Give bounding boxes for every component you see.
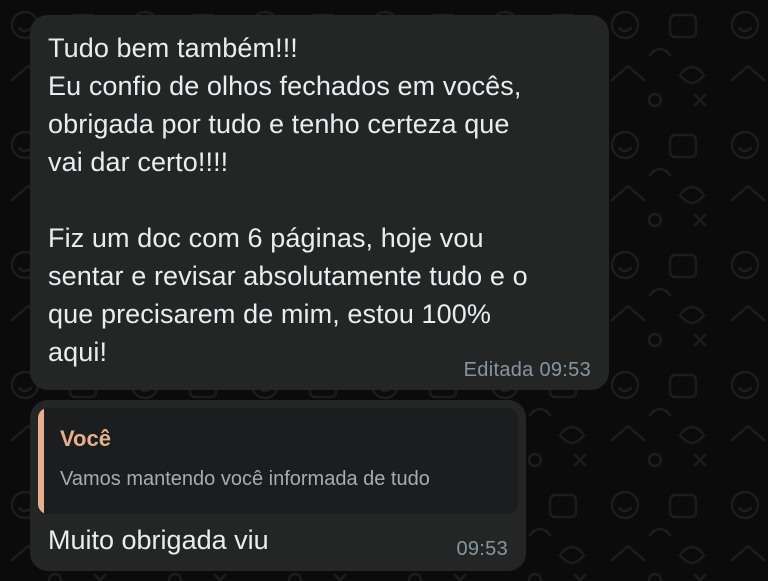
message-text: Tudo bem também!!! Eu confio de olhos fe…	[48, 33, 528, 367]
quote-accent-bar	[38, 408, 44, 514]
quoted-author: Você	[60, 426, 111, 451]
quoted-message[interactable]: Você Vamos mantendo você informada de tu…	[38, 408, 518, 514]
quoted-text: Vamos mantendo você informada de tudo	[60, 468, 430, 490]
incoming-message-bubble[interactable]: Tudo bem também!!! Eu confio de olhos fe…	[30, 15, 609, 390]
message-text: Muito obrigada viu	[48, 525, 269, 555]
incoming-reply-bubble[interactable]: Você Vamos mantendo você informada de tu…	[30, 400, 526, 571]
message-edited-timestamp: Editada 09:53	[463, 359, 591, 381]
message-timestamp: 09:53	[456, 538, 508, 560]
